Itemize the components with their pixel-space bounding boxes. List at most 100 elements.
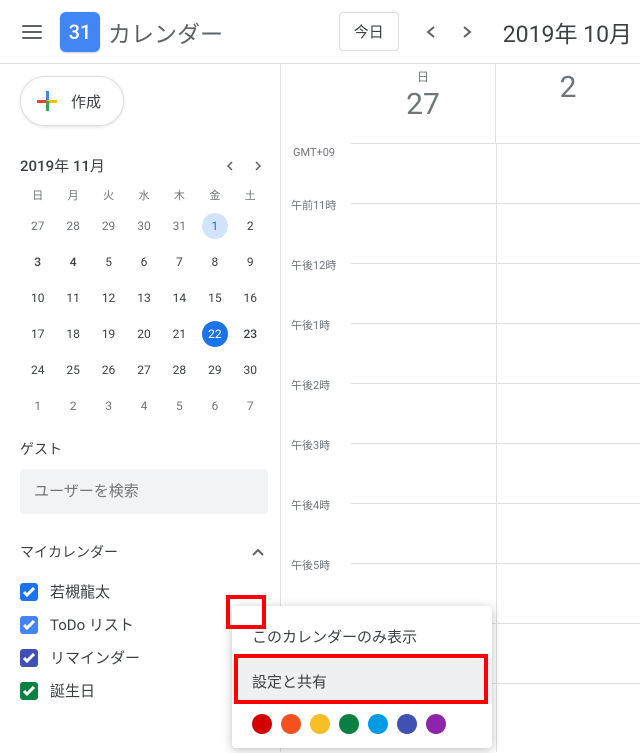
time-label: 午後3時 [291, 437, 330, 453]
calendar-label: 誕生日 [50, 680, 95, 701]
mini-day[interactable]: 3 [25, 249, 51, 275]
show-only-this-calendar[interactable]: このカレンダーのみ表示 [232, 614, 492, 659]
create-label: 作成 [71, 91, 101, 112]
time-label: 午後4時 [291, 497, 330, 513]
mini-day[interactable]: 14 [166, 285, 192, 311]
day-number[interactable]: 2 [496, 70, 640, 105]
mini-day[interactable]: 2 [237, 213, 263, 239]
mini-day[interactable]: 5 [96, 249, 122, 275]
mini-dow: 木 [162, 187, 197, 203]
calendar-checkbox[interactable] [20, 649, 38, 667]
mini-day[interactable]: 3 [96, 393, 122, 419]
calendar-item[interactable]: 誕生日 [20, 674, 268, 707]
mini-day[interactable]: 4 [131, 393, 157, 419]
color-option[interactable] [252, 714, 272, 734]
mini-day[interactable]: 30 [237, 357, 263, 383]
mini-day[interactable]: 11 [60, 285, 86, 311]
mini-calendar: 日月火水木金土272829303112345678910111213141516… [20, 187, 268, 419]
calendar-label: リマインダー [50, 647, 140, 668]
mini-day[interactable]: 7 [237, 393, 263, 419]
guest-section-label: ゲスト [20, 439, 268, 459]
settings-and-sharing[interactable]: 設定と共有 [232, 659, 492, 704]
my-calendars-toggle[interactable] [248, 538, 268, 565]
color-option[interactable] [426, 714, 446, 734]
calendar-item[interactable]: ToDo リスト [20, 608, 268, 641]
app-logo: 31 [60, 12, 100, 52]
calendar-checkbox[interactable] [20, 616, 38, 634]
mini-prev-button[interactable] [220, 152, 240, 179]
today-button[interactable]: 今日 [339, 12, 399, 51]
mini-day[interactable]: 10 [25, 285, 51, 311]
mini-day[interactable]: 2 [60, 393, 86, 419]
calendar-checkbox[interactable] [20, 583, 38, 601]
hamburger-icon [22, 25, 42, 39]
calendar-label: ToDo リスト [50, 614, 134, 635]
mini-calendar-title: 2019年 11月 [20, 155, 105, 176]
mini-day[interactable]: 26 [96, 357, 122, 383]
time-label: 午後1時 [291, 317, 330, 333]
mini-dow: 金 [197, 187, 232, 203]
chevron-up-icon [252, 549, 264, 557]
mini-day[interactable]: 6 [131, 249, 157, 275]
mini-day[interactable]: 28 [60, 213, 86, 239]
mini-dow: 火 [91, 187, 126, 203]
plus-icon [35, 89, 59, 113]
calendar-item[interactable]: 若槻龍太 [20, 575, 268, 608]
time-label: 午後2時 [291, 377, 330, 393]
mini-day[interactable]: 13 [131, 285, 157, 311]
calendar-item[interactable]: リマインダー [20, 641, 268, 674]
mini-day[interactable]: 23 [237, 321, 263, 347]
hamburger-menu[interactable] [8, 8, 56, 56]
color-option[interactable] [368, 714, 388, 734]
mini-day[interactable]: 30 [131, 213, 157, 239]
mini-day[interactable]: 9 [237, 249, 263, 275]
mini-day[interactable]: 27 [25, 213, 51, 239]
mini-day[interactable]: 5 [166, 393, 192, 419]
mini-day[interactable]: 29 [202, 357, 228, 383]
app-title: カレンダー [108, 15, 223, 49]
prev-period-button[interactable] [415, 16, 447, 48]
mini-day[interactable]: 1 [202, 213, 228, 239]
mini-dow: 水 [126, 187, 161, 203]
color-option[interactable] [310, 714, 330, 734]
mini-day[interactable]: 17 [25, 321, 51, 347]
day-number[interactable]: 27 [351, 87, 495, 122]
chevron-left-icon [226, 161, 234, 171]
color-option[interactable] [281, 714, 301, 734]
mini-day[interactable]: 7 [166, 249, 192, 275]
mini-day[interactable]: 19 [96, 321, 122, 347]
mini-day[interactable]: 24 [25, 357, 51, 383]
mini-day[interactable]: 27 [131, 357, 157, 383]
time-label: 午後12時 [291, 257, 336, 273]
calendar-context-menu: このカレンダーのみ表示 設定と共有 [232, 606, 492, 748]
mini-day[interactable]: 15 [202, 285, 228, 311]
mini-dow: 月 [55, 187, 90, 203]
mini-day[interactable]: 22 [202, 321, 228, 347]
mini-dow: 土 [233, 187, 268, 203]
guest-search-input[interactable] [20, 469, 268, 514]
mini-day[interactable]: 18 [60, 321, 86, 347]
mini-day[interactable]: 31 [166, 213, 192, 239]
time-label: 午前11時 [291, 197, 336, 213]
color-option[interactable] [339, 714, 359, 734]
color-option[interactable] [397, 714, 417, 734]
chevron-left-icon [426, 26, 436, 38]
mini-day[interactable]: 29 [96, 213, 122, 239]
mini-day[interactable]: 1 [25, 393, 51, 419]
mini-day[interactable]: 21 [166, 321, 192, 347]
mini-day[interactable]: 8 [202, 249, 228, 275]
day-of-week-label: 日 [351, 68, 495, 85]
mini-day[interactable]: 16 [237, 285, 263, 311]
mini-day[interactable]: 20 [131, 321, 157, 347]
mini-day[interactable]: 12 [96, 285, 122, 311]
mini-day[interactable]: 25 [60, 357, 86, 383]
mini-day[interactable]: 4 [60, 249, 86, 275]
mini-day[interactable]: 6 [202, 393, 228, 419]
next-period-button[interactable] [451, 16, 483, 48]
create-button[interactable]: 作成 [20, 76, 124, 126]
chevron-right-icon [254, 161, 262, 171]
calendar-checkbox[interactable] [20, 682, 38, 700]
chevron-right-icon [462, 26, 472, 38]
mini-day[interactable]: 28 [166, 357, 192, 383]
mini-next-button[interactable] [248, 152, 268, 179]
